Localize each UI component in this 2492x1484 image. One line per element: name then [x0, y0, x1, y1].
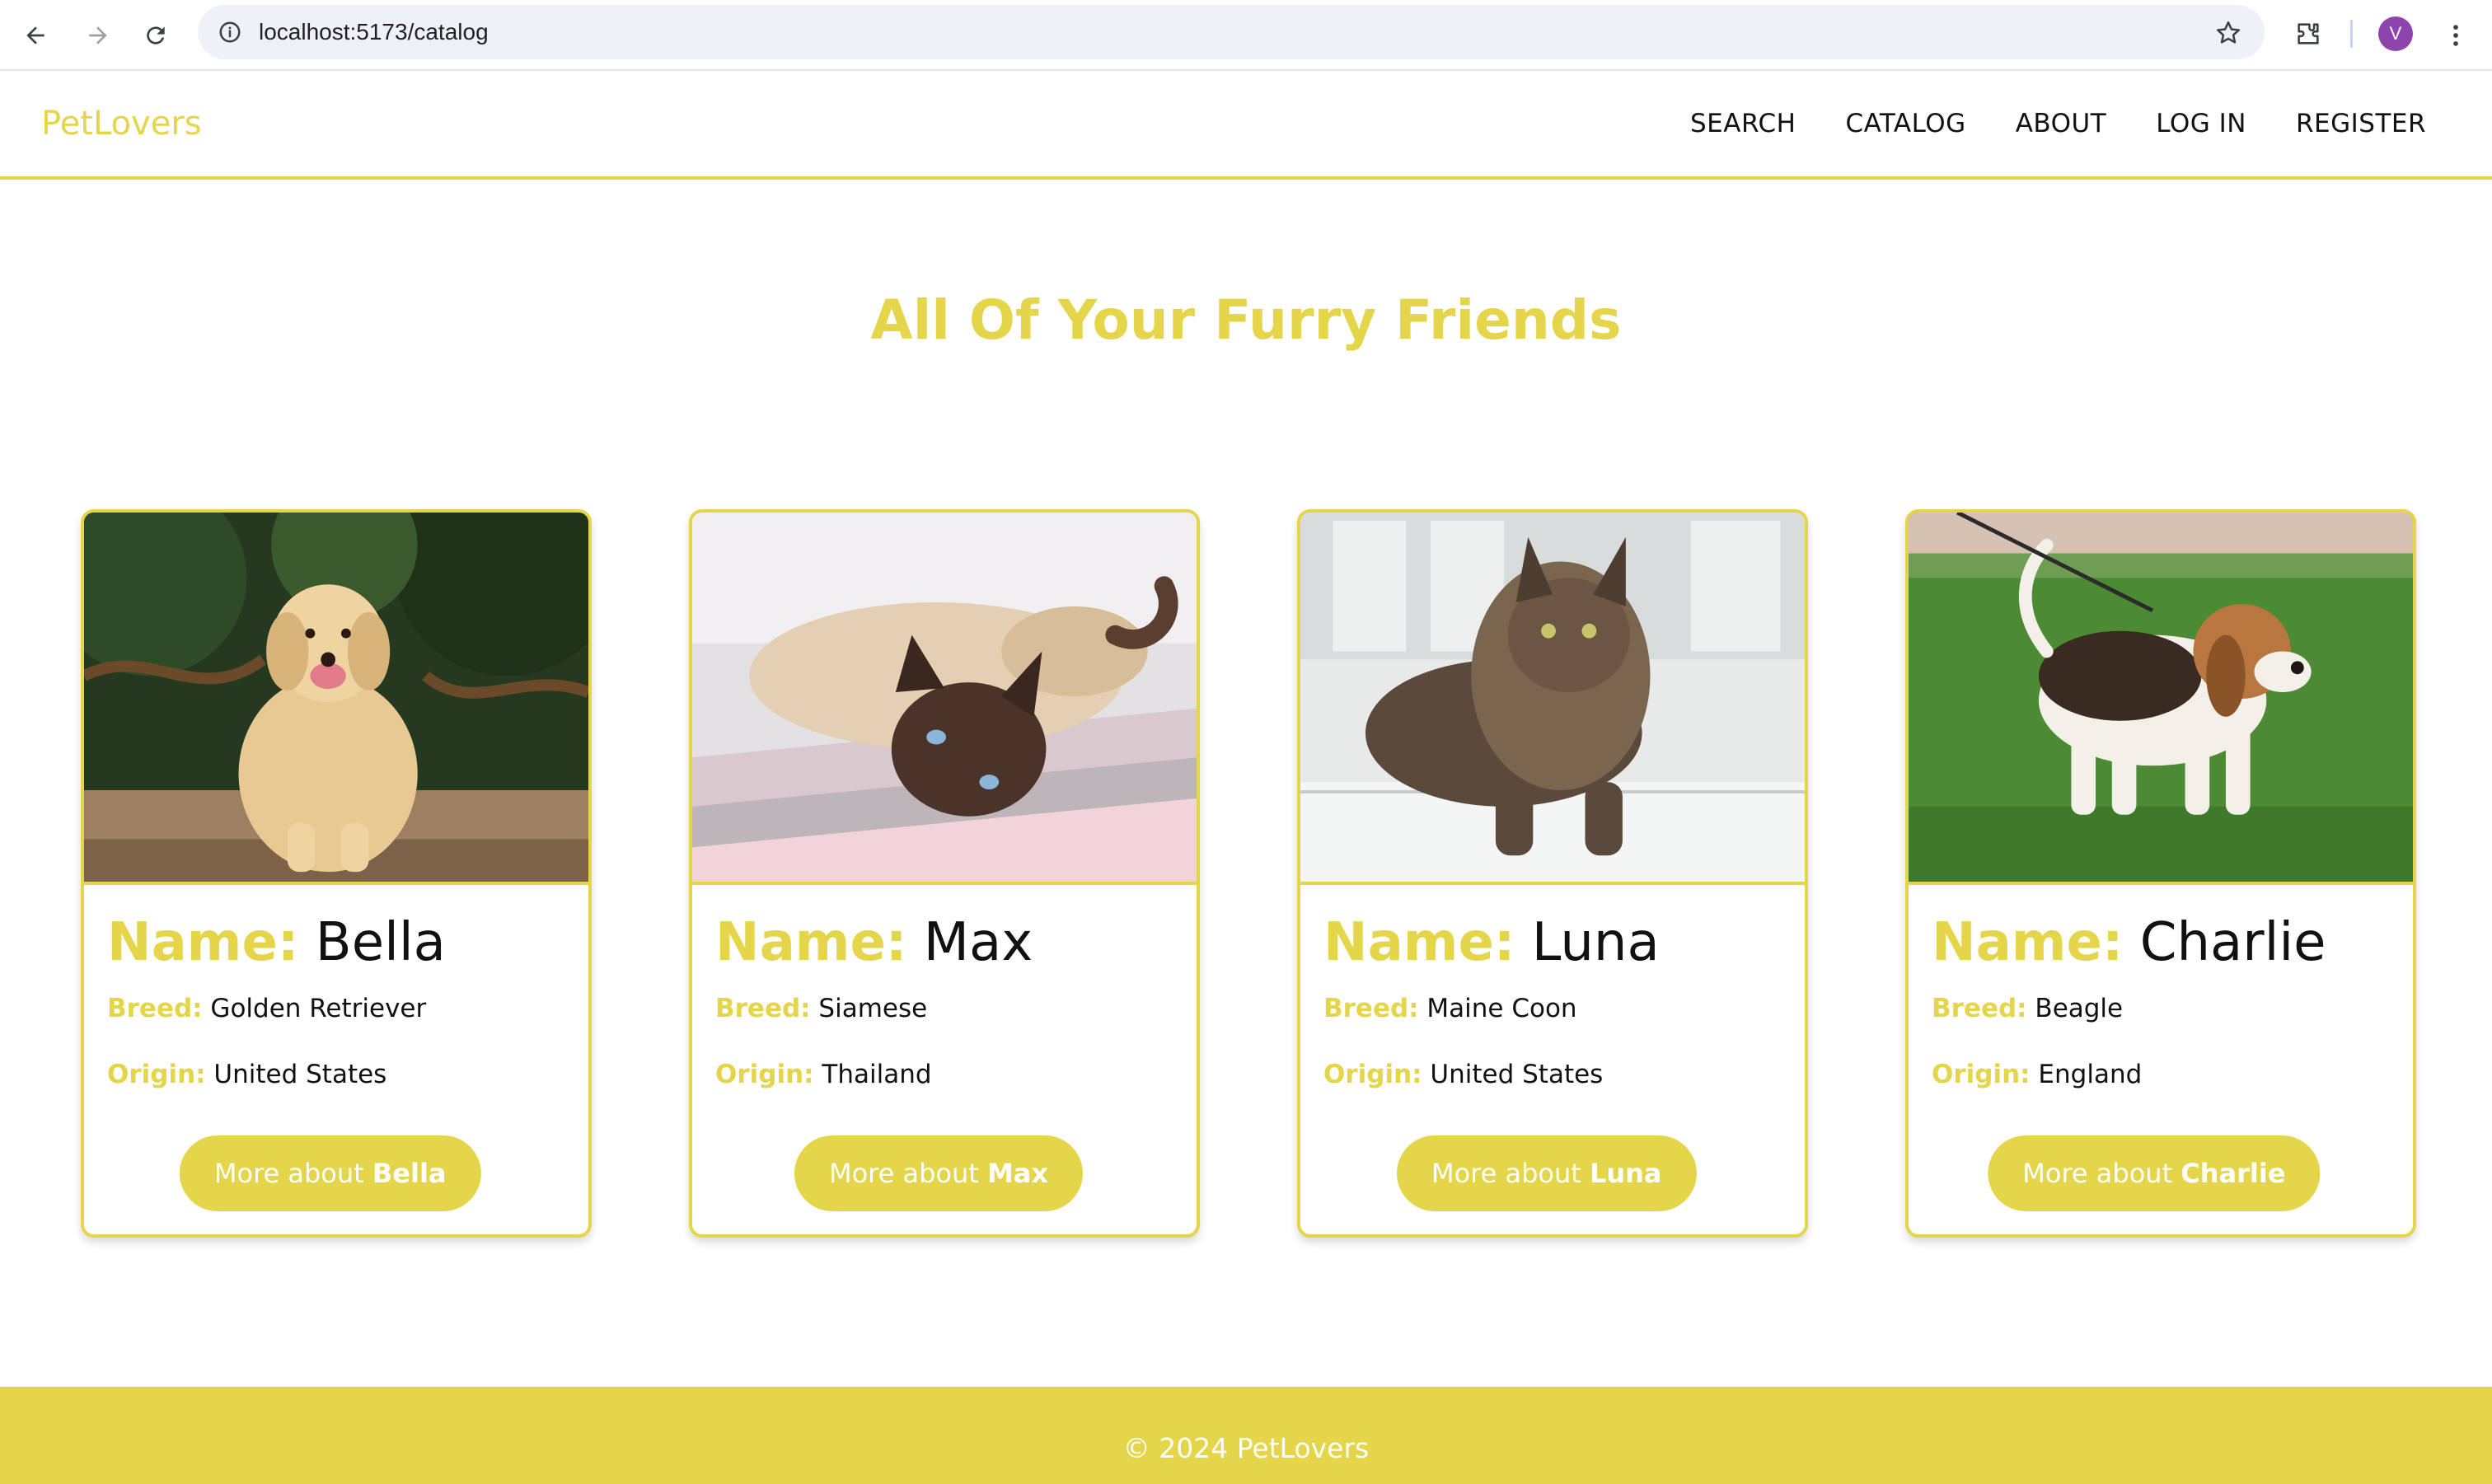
pet-card: Name: Max Breed: Siamese Origin: Thailan… [689, 509, 1200, 1238]
nav-link-register[interactable]: REGISTER [2296, 109, 2426, 138]
golden-retriever-photo [84, 513, 588, 885]
more-about-name: Charlie [2180, 1158, 2286, 1189]
more-about-label: More about [828, 1158, 979, 1189]
pet-origin: Origin: England [1932, 1058, 2390, 1091]
site-footer: © 2024 PetLovers [0, 1387, 2492, 1484]
origin-label: Origin: [1323, 1060, 1422, 1089]
breed-value: Golden Retriever [210, 994, 427, 1023]
breed-value: Maine Coon [1426, 994, 1577, 1023]
reload-icon[interactable] [135, 15, 176, 56]
footer-copyright: © 2024 PetLovers [1122, 1432, 1370, 1464]
origin-value: United States [1430, 1060, 1604, 1089]
breed-label: Breed: [107, 994, 203, 1023]
origin-value: Thailand [822, 1060, 932, 1089]
more-about-name: Luna [1589, 1158, 1662, 1189]
url-text[interactable]: localhost:5173/catalog [259, 5, 489, 59]
pet-breed: Breed: Maine Coon [1323, 992, 1782, 1025]
origin-label: Origin: [715, 1060, 814, 1089]
bookmark-star-icon[interactable] [2210, 15, 2246, 51]
pet-breed: Breed: Siamese [715, 992, 1173, 1025]
pet-card: Name: Bella Breed: Golden Retriever Orig… [81, 509, 592, 1238]
forward-arrow-icon[interactable] [77, 15, 119, 56]
name-label: Name: [107, 912, 299, 973]
breed-label: Breed: [715, 994, 811, 1023]
origin-value: England [2038, 1060, 2143, 1089]
address-bar[interactable]: localhost:5173/catalog [198, 5, 2265, 59]
pet-breed: Breed: Golden Retriever [107, 992, 565, 1025]
breed-label: Breed: [1932, 994, 2027, 1023]
pet-origin: Origin: Thailand [715, 1058, 1173, 1091]
pet-origin: Origin: United States [107, 1058, 565, 1091]
profile-avatar[interactable]: V [2378, 16, 2413, 51]
more-about-name: Bella [372, 1158, 447, 1189]
pet-card: Name: Charlie Breed: Beagle Origin: Engl… [1905, 509, 2416, 1238]
name-label: Name: [1323, 912, 1515, 973]
more-about-bella-button[interactable]: More about Bella [179, 1135, 481, 1211]
pet-catalog-grid: Name: Bella Breed: Golden Retriever Orig… [81, 509, 2416, 1238]
browser-toolbar: localhost:5173/catalog V [0, 0, 2492, 71]
toolbar-divider [2350, 20, 2353, 48]
main-nav: SEARCH CATALOG ABOUT LOG IN REGISTER [1690, 71, 2426, 176]
name-label: Name: [715, 912, 907, 973]
nav-link-catalog[interactable]: CATALOG [1845, 109, 1965, 138]
more-about-charlie-button[interactable]: More about Charlie [1988, 1135, 2321, 1211]
name-value: Max [923, 912, 1033, 973]
breed-value: Siamese [818, 994, 928, 1023]
more-about-max-button[interactable]: More about Max [794, 1135, 1084, 1211]
pet-breed: Breed: Beagle [1932, 992, 2390, 1025]
breed-value: Beagle [2035, 994, 2124, 1023]
more-about-label: More about [1431, 1158, 1581, 1189]
more-about-label: More about [2022, 1158, 2173, 1189]
pet-name: Name: Max [715, 910, 1173, 976]
name-value: Charlie [2139, 912, 2326, 973]
more-about-name: Max [986, 1158, 1049, 1189]
origin-label: Origin: [1932, 1060, 2031, 1089]
nav-link-about[interactable]: ABOUT [2016, 109, 2106, 138]
maine-coon-photo [1300, 513, 1805, 885]
extensions-puzzle-icon[interactable] [2288, 13, 2329, 54]
origin-label: Origin: [107, 1060, 206, 1089]
pet-name: Name: Luna [1323, 910, 1782, 976]
more-about-label: More about [213, 1158, 364, 1189]
siamese-cat-photo [692, 513, 1197, 885]
origin-value: United States [213, 1060, 387, 1089]
pet-name: Name: Charlie [1932, 910, 2390, 976]
beagle-photo [1909, 513, 2413, 885]
name-value: Luna [1531, 912, 1660, 973]
back-arrow-icon[interactable] [15, 15, 56, 56]
pet-origin: Origin: United States [1323, 1058, 1782, 1091]
nav-link-login[interactable]: LOG IN [2156, 109, 2246, 138]
nav-link-search[interactable]: SEARCH [1690, 109, 1796, 138]
site-header: PetLovers SEARCH CATALOG ABOUT LOG IN RE… [0, 71, 2492, 180]
site-info-icon[interactable] [211, 13, 249, 51]
breed-label: Breed: [1323, 994, 1419, 1023]
more-about-luna-button[interactable]: More about Luna [1396, 1135, 1697, 1211]
name-label: Name: [1932, 912, 2124, 973]
site-logo[interactable]: PetLovers [41, 71, 202, 176]
page-title: All Of Your Furry Friends [870, 288, 1622, 352]
pet-name: Name: Bella [107, 910, 565, 976]
kebab-menu-icon[interactable] [2439, 15, 2472, 56]
pet-card: Name: Luna Breed: Maine Coon Origin: Uni… [1297, 509, 1808, 1238]
name-value: Bella [315, 912, 446, 973]
